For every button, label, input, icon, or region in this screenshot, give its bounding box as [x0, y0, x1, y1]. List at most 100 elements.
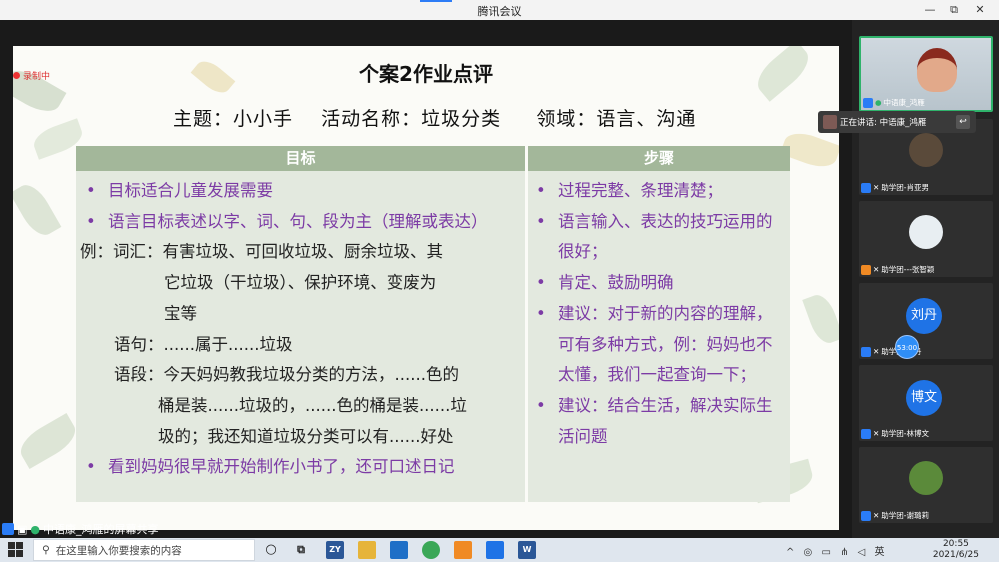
bullet: •: [86, 457, 96, 477]
step-line: • 语言输入、表达的技巧运用的: [532, 207, 790, 238]
app-orange-icon[interactable]: [454, 541, 472, 559]
leaf-decoration: [802, 291, 839, 347]
speaking-label: 正在讲话: 中语康_鸿雁: [840, 118, 927, 128]
participant-tile[interactable]: 博文 ✕ 助学团-林博文: [859, 365, 993, 441]
taskbar-search-input[interactable]: ⚲ 在这里输入你要搜索的内容: [33, 539, 255, 561]
goal-text: 语段：今天妈妈教我垃圾分类的方法，......色的: [114, 365, 459, 385]
goal-line: 宝等: [80, 299, 525, 330]
tencent-meeting-icon[interactable]: [486, 541, 504, 559]
bullet: •: [536, 303, 546, 323]
step-text: 语言输入、表达的技巧运用的: [558, 211, 773, 231]
avatar: [909, 133, 943, 167]
header-steps: 步骤: [528, 146, 790, 171]
goal-line: 语句：......属于......垃圾: [80, 330, 525, 361]
goal-line: 它垃圾（干垃圾）、保护环境、变废为: [80, 268, 525, 299]
windows-taskbar: ⚲ 在这里输入你要搜索的内容 ○ ⧉ ZY W ^ ◎ ▭ ⋔ ◁ 英 20:5…: [0, 538, 999, 562]
goals-text: • 目标适合儿童发展需要 • 语言目标表述以字、词、句、段为主（理解或表达） 例：词汇：…: [80, 176, 525, 483]
goal-line: 桶是装......垃圾的，......色的桶是装......垃: [80, 391, 525, 422]
windows-start-icon[interactable]: [8, 542, 24, 558]
screen-share-icon: ▣: [17, 522, 28, 536]
goal-text: 宝等: [164, 303, 197, 323]
avatar: [909, 461, 943, 495]
bullet: •: [86, 181, 96, 200]
cortana-icon[interactable]: ○: [262, 541, 280, 559]
search-placeholder: 在这里输入你要搜索的内容: [55, 544, 182, 557]
goal-text: 目标适合儿童发展需要: [108, 181, 273, 200]
window-titlebar: 腾讯会议 — ⧉ ✕: [0, 0, 999, 20]
participant-tile[interactable]: ✕ 助学团---张智颖: [859, 201, 993, 277]
steps-text: • 过程完整、条理清楚； • 语言输入、表达的技巧运用的 很好； • 肯定、鼓励明确 • 建议：…: [532, 176, 790, 452]
leaf-decoration: [14, 413, 82, 469]
goal-text: 它垃圾（干垃圾）、保护环境、变废为: [164, 273, 437, 293]
clock-date: 2021/6/25: [932, 550, 979, 560]
speaking-indicator: 正在讲话: 中语康_鸿雁 ↩: [818, 111, 976, 133]
app-zy-icon[interactable]: ZY: [326, 541, 344, 559]
bullet: •: [86, 211, 96, 231]
goal-text: 例：词汇：有害垃圾、可回收垃圾、厨余垃圾、其: [80, 242, 443, 262]
goal-line: 例：词汇：有害垃圾、可回收垃圾、厨余垃圾、其: [80, 237, 525, 268]
step-text: 建议：结合生活，解决实际生: [558, 395, 773, 415]
system-tray-icons[interactable]: ^ ◎ ▭ ⋔ ◁ 英: [786, 543, 888, 558]
participant-name: ✕ 助学团-肖亚男: [861, 182, 929, 193]
user-icon: [861, 264, 871, 275]
timer-badge[interactable]: 53:00: [895, 335, 919, 359]
shared-screen-area: 个案2作业点评 主题：小小手 活动名称：垃圾分类 领域：语言、沟通 目标 步骤 …: [0, 20, 852, 538]
task-view-icon[interactable]: ⧉: [292, 541, 310, 559]
minimize-button[interactable]: —: [919, 2, 941, 18]
user-icon: [2, 523, 14, 535]
recording-indicator: 录制中: [13, 69, 50, 82]
restore-button[interactable]: ⧉: [943, 2, 965, 18]
participant-tile[interactable]: ✕ 助学团-谢璐莉: [859, 447, 993, 523]
close-button[interactable]: ✕: [969, 2, 991, 18]
file-explorer-icon[interactable]: [358, 541, 376, 559]
mic-icon: ●: [30, 522, 41, 536]
step-line: • 建议：结合生活，解决实际生: [532, 391, 790, 422]
window-title: 腾讯会议: [477, 5, 522, 18]
user-icon: [861, 346, 871, 357]
goal-line: • 看到妈妈很早就开始制作小书了，还可口述日记: [80, 452, 525, 483]
participant-tile[interactable]: ● 中语康_鸿雁: [859, 36, 993, 112]
goal-line: • 语言目标表述以字、词、句、段为主（理解或表达）: [80, 207, 525, 238]
step-text: 活问题: [558, 426, 608, 446]
mic-muted-icon: ✕: [873, 265, 880, 274]
user-icon: [861, 182, 871, 193]
user-icon: [861, 428, 871, 439]
user-icon: [863, 97, 873, 108]
participant-name: ● 中语康_鸿雁: [863, 97, 925, 108]
speaker-avatar: [823, 115, 837, 129]
bullet: •: [536, 181, 546, 200]
goal-line: 圾的；我还知道垃圾分类可以有......好处: [80, 422, 525, 453]
participant-tile[interactable]: 刘丹 ✕助学团-刘丹: [859, 283, 993, 359]
chrome-icon[interactable]: [422, 541, 440, 559]
screen-share-bar[interactable]: ▣ ● 中语康_鸿雁的屏幕共享: [0, 520, 240, 538]
step-line: • 建议：对于新的内容的理解，: [532, 299, 790, 330]
mail-icon[interactable]: [390, 541, 408, 559]
step-line: 很好；: [532, 237, 790, 268]
goal-text: 看到妈妈很早就开始制作小书了，还可口述日记: [108, 457, 455, 477]
participant-name: ✕ 助学团---张智颖: [861, 264, 934, 275]
goal-text: 语言目标表述以字、词、句、段为主（理解或表达）: [108, 211, 488, 231]
goal-text: 桶是装......垃圾的，......色的桶是装......垃: [158, 395, 467, 415]
avatar: [909, 215, 943, 249]
word-icon[interactable]: W: [518, 541, 536, 559]
titlebar-accent: [420, 0, 452, 2]
participants-sidebar: ●中语康_鸿雁 ✕助学团-肖亚男 ✕助学团---张智颖 刘丹 ✕助学团-刘丹 博…: [852, 20, 999, 538]
record-dot-icon: [13, 72, 20, 79]
goal-text: 圾的；我还知道垃圾分类可以有......好处: [158, 426, 454, 446]
participant-name: ✕ 助学团-林博文: [861, 428, 929, 439]
mic-muted-icon: ✕: [873, 347, 880, 356]
header-goals: 目标: [76, 146, 525, 171]
taskbar-clock[interactable]: 20:55 2021/6/25: [933, 539, 979, 561]
clock-time: 20:55: [942, 539, 969, 549]
mic-muted-icon: ✕: [873, 429, 880, 438]
bullet: •: [536, 395, 546, 415]
avatar: 博文: [906, 380, 942, 416]
participant-name: ✕ 助学团-谢璐莉: [861, 510, 929, 521]
step-text: 肯定、鼓励明确: [558, 273, 674, 293]
step-line: • 肯定、鼓励明确: [532, 268, 790, 299]
step-line: 太懂，我们一起查询一下；: [532, 360, 790, 391]
step-text: 太懂，我们一起查询一下；: [558, 365, 756, 385]
reply-icon[interactable]: ↩: [956, 115, 970, 129]
mic-muted-icon: ✕: [873, 511, 880, 520]
presentation-slide: 个案2作业点评 主题：小小手 活动名称：垃圾分类 领域：语言、沟通 目标 步骤 …: [13, 46, 839, 530]
